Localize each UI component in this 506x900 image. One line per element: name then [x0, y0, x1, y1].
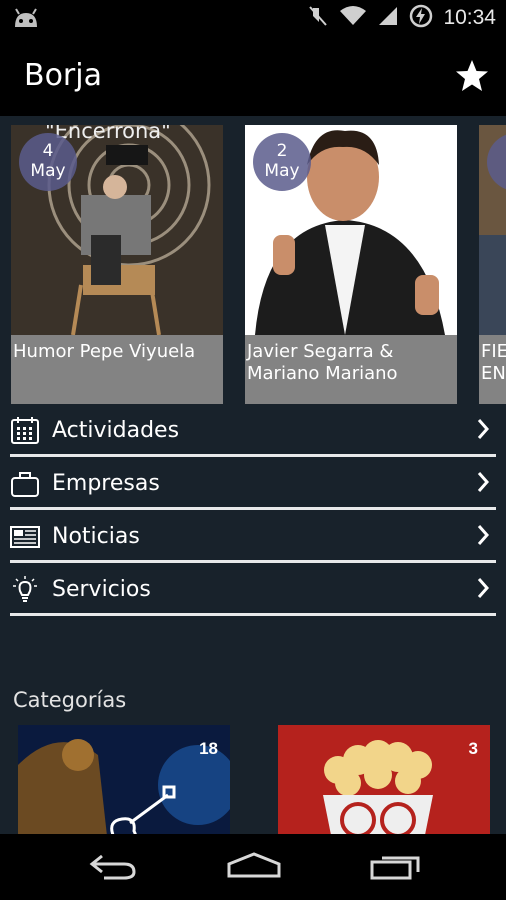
date-day: 3	[487, 141, 506, 161]
action-bar: Borja	[0, 38, 506, 116]
main-content: "Encerrona" 4 May Humor Pepe Viyuela 2 M…	[0, 116, 506, 834]
date-month: May	[264, 161, 300, 181]
chevron-right-icon	[476, 471, 490, 497]
date-month: A	[487, 161, 506, 181]
event-title: Humor Pepe Viyuela	[11, 335, 223, 404]
event-card[interactable]: "Encerrona" 4 May Humor Pepe Viyuela	[11, 125, 223, 404]
menu-item-label: Servicios	[52, 577, 151, 602]
menu-item-label: Actividades	[52, 418, 180, 443]
date-badge: 2 May	[253, 133, 311, 191]
event-card[interactable]: 3 A FIE EN	[479, 125, 506, 404]
home-icon[interactable]	[226, 852, 282, 884]
main-menu: Actividades Empresas Noticias Servicios	[0, 404, 506, 616]
category-count: 3	[468, 739, 478, 758]
menu-item-noticias[interactable]: Noticias	[10, 510, 496, 563]
date-month: May	[30, 161, 66, 181]
date-badge: 4 May	[19, 133, 77, 191]
chevron-right-icon	[476, 577, 490, 603]
calendar-icon	[10, 417, 40, 445]
android-icon	[12, 7, 40, 33]
events-carousel[interactable]: "Encerrona" 4 May Humor Pepe Viyuela 2 M…	[0, 125, 506, 405]
signal-icon	[377, 5, 399, 31]
menu-item-actividades[interactable]: Actividades	[10, 404, 496, 457]
page-title: Borja	[24, 58, 102, 93]
newspaper-icon	[10, 523, 40, 551]
chevron-right-icon	[476, 524, 490, 550]
category-image	[278, 725, 490, 834]
star-icon[interactable]	[454, 58, 490, 98]
recents-icon[interactable]	[370, 852, 422, 884]
event-title: Javier Segarra & Mariano Mariano	[245, 335, 457, 404]
battery-charging-icon	[409, 4, 433, 32]
status-time: 10:34	[443, 6, 496, 29]
menu-item-empresas[interactable]: Empresas	[10, 457, 496, 510]
chevron-right-icon	[476, 418, 490, 444]
category-count: 18	[199, 739, 218, 758]
menu-item-label: Empresas	[52, 471, 160, 496]
wifi-icon	[339, 5, 367, 31]
categories-heading: Categorías	[13, 688, 127, 712]
event-card[interactable]: 2 May Javier Segarra & Mariano Mariano	[245, 125, 457, 404]
lightbulb-icon	[10, 576, 40, 604]
navigation-bar	[0, 834, 506, 900]
date-day: 2	[276, 141, 288, 161]
menu-item-servicios[interactable]: Servicios	[10, 563, 496, 616]
date-day: 4	[42, 141, 54, 161]
mute-icon	[307, 4, 329, 32]
status-bar: 10:34	[0, 0, 506, 38]
back-icon[interactable]	[88, 852, 138, 884]
category-tile[interactable]: 3	[278, 725, 490, 834]
event-title: FIE EN	[479, 335, 506, 404]
category-tile[interactable]: 18	[18, 725, 230, 834]
menu-item-label: Noticias	[52, 524, 140, 549]
briefcase-icon	[10, 470, 40, 498]
